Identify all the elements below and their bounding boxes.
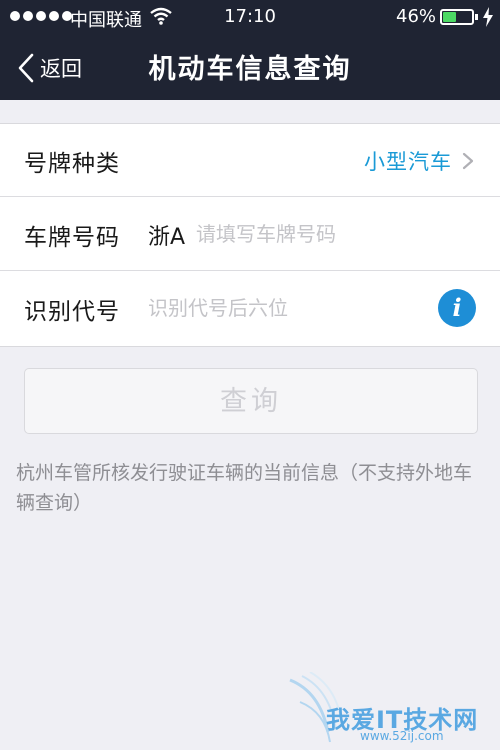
info-icon[interactable]: i xyxy=(438,289,476,327)
status-bar: 中国联通 17:10 46% xyxy=(0,0,500,34)
watermark-url: www.52ij.com xyxy=(360,729,444,743)
info-note: 杭州车管所核发行驶证车辆的当前信息（不支持外地车辆查询） xyxy=(16,462,473,514)
plate-number-row: 车牌号码 浙A xyxy=(0,198,500,271)
chevron-right-icon xyxy=(462,152,474,170)
query-form: 号牌种类 小型汽车 车牌号码 浙A 识别代号 i xyxy=(0,123,500,347)
battery-percent: 46% xyxy=(396,6,437,27)
battery-fill xyxy=(443,12,456,22)
plate-prefix: 浙A xyxy=(148,225,186,250)
query-button[interactable]: 查询 xyxy=(24,368,478,434)
vin-row: 识别代号 i xyxy=(0,272,500,345)
vin-label: 识别代号 xyxy=(24,299,120,325)
page-title: 机动车信息查询 xyxy=(148,54,352,85)
row-divider xyxy=(0,196,500,197)
plate-type-row[interactable]: 号牌种类 小型汽车 xyxy=(0,124,500,197)
battery-cap xyxy=(475,14,478,20)
battery-icon xyxy=(440,9,474,25)
plate-type-label: 号牌种类 xyxy=(24,151,120,177)
plate-type-value[interactable]: 小型汽车 xyxy=(364,146,452,176)
row-divider xyxy=(0,270,500,271)
charging-bolt-icon xyxy=(483,7,493,27)
vin-input[interactable] xyxy=(148,290,428,326)
app-header: 中国联通 17:10 46% 返回 机动车信息查询 xyxy=(0,0,500,100)
plate-number-input[interactable] xyxy=(196,216,476,252)
plate-number-label: 车牌号码 xyxy=(24,225,120,251)
